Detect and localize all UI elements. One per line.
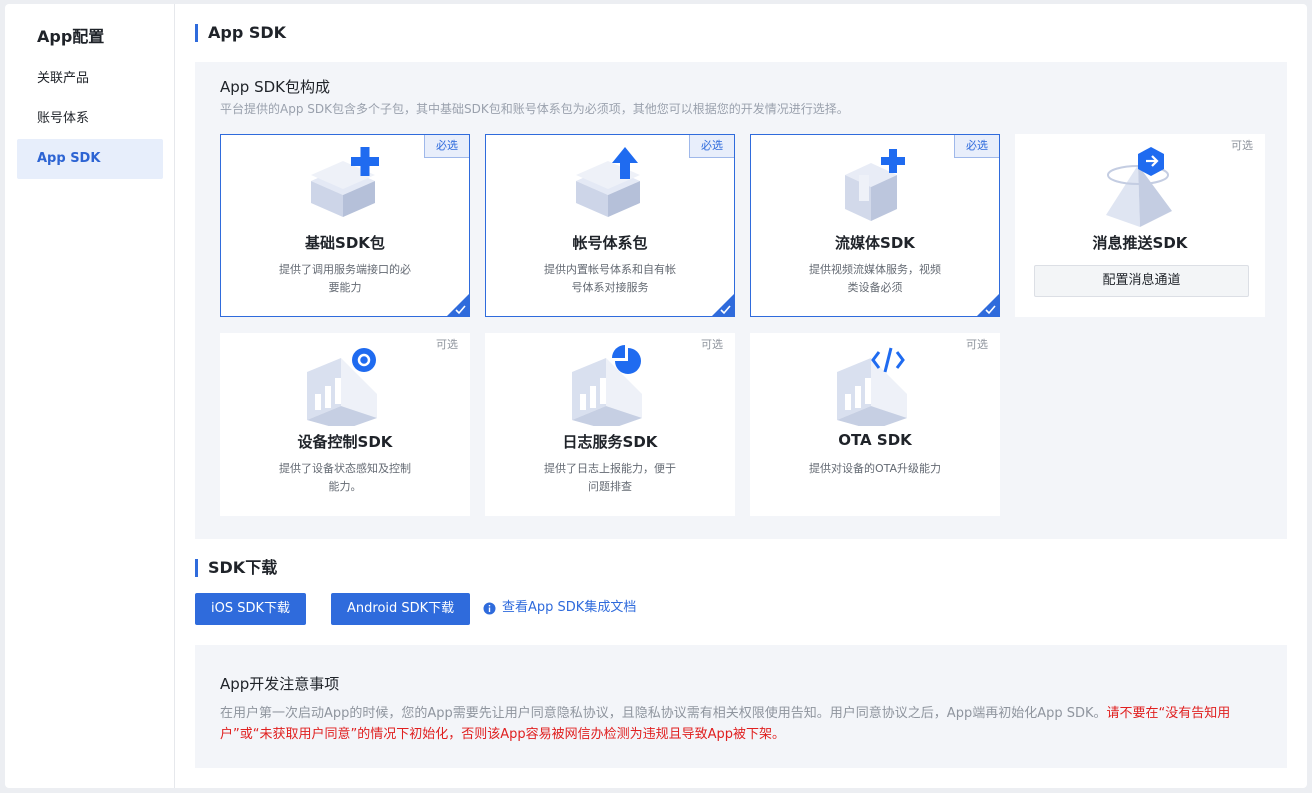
- required-tag: 必选: [689, 135, 734, 158]
- optional-tag: 可选: [1231, 139, 1253, 152]
- card-name: 日志服务SDK: [562, 433, 658, 451]
- composition-title: App SDK包构成: [220, 78, 330, 96]
- pyramid-arrow-icon: [1106, 147, 1172, 227]
- card-name: 设备控制SDK: [297, 433, 393, 451]
- card-description: 提供了日志上报能力，便于问题排查: [544, 462, 676, 493]
- card-name: OTA SDK: [838, 431, 912, 449]
- sidebar-item-account-system[interactable]: 账号体系: [17, 99, 163, 139]
- check-corner-icon: [712, 294, 734, 316]
- configure-message-channel-button[interactable]: 配置消息通道: [1034, 265, 1249, 297]
- card-name: 帐号体系包: [572, 234, 648, 252]
- optional-tag: 可选: [701, 338, 723, 351]
- optional-tag: 可选: [436, 338, 458, 351]
- card-description: 提供内置帐号体系和自有帐号体系对接服务: [544, 263, 676, 294]
- sdk-card-basic[interactable]: 必选 基础SDK包 提供了调用服务端接口的必要能力: [220, 134, 470, 317]
- card-description: 提供了调用服务端接口的必要能力: [279, 263, 411, 294]
- check-corner-icon: [447, 294, 469, 316]
- android-sdk-download-button[interactable]: Android SDK下载: [331, 593, 471, 625]
- cube-arrow-up-icon: [576, 147, 640, 217]
- composition-description: 平台提供的App SDK包含多个子包，其中基础SDK包和账号体系包为必须项，其他…: [220, 102, 849, 116]
- sdk-docs-link-label: 查看App SDK集成文档: [502, 600, 637, 615]
- cube-plus-icon: [311, 147, 379, 217]
- required-tag: 必选: [954, 135, 999, 158]
- sidebar-title: App配置: [37, 27, 105, 46]
- app-config-page: App配置 关联产品 账号体系 App SDK App SDK App SDK包…: [5, 4, 1307, 788]
- sdk-composition-panel: App SDK包构成 平台提供的App SDK包含多个子包，其中基础SDK包和账…: [195, 62, 1287, 539]
- code-icon: [837, 347, 907, 426]
- sidebar-item-app-sdk[interactable]: App SDK: [17, 139, 163, 179]
- card-name: 基础SDK包: [305, 234, 385, 252]
- required-tag: 必选: [424, 135, 469, 158]
- sdk-card-account[interactable]: 必选 帐号体系包 提供内置帐号体系和自有帐号体系对接服务: [485, 134, 735, 317]
- sdk-card-streaming[interactable]: 必选 流媒体SDK 提供视频流媒体服务，视频类设备必须: [750, 134, 1000, 317]
- sdk-card-ota[interactable]: 可选 OTA SDK 提供对设备的OTA升级能力: [750, 333, 1000, 516]
- notice-text: 在用户第一次启动App的时候，您的App需要先让用户同意隐私协议，且隐私协议需有…: [220, 703, 1280, 745]
- sidebar-item-related-products[interactable]: 关联产品: [17, 59, 163, 99]
- sdk-docs-link[interactable]: 查看App SDK集成文档: [483, 600, 636, 616]
- section-title-sdk-download: SDK下载: [195, 559, 277, 577]
- optional-tag: 可选: [966, 338, 988, 351]
- card-description: 提供视频流媒体服务，视频类设备必须: [809, 263, 941, 294]
- cube-plus-icon: [845, 149, 905, 221]
- check-corner-icon: [977, 294, 999, 316]
- gear-chart-icon: [307, 348, 377, 426]
- dev-notice-panel: App开发注意事项 在用户第一次启动App的时候，您的App需要先让用户同意隐私…: [195, 645, 1287, 768]
- section-title-app-sdk: App SDK: [195, 24, 286, 42]
- card-description: 提供对设备的OTA升级能力: [808, 462, 942, 475]
- card-name: 流媒体SDK: [835, 234, 915, 252]
- info-icon: [483, 602, 496, 614]
- card-name: 消息推送SDK: [1092, 234, 1188, 252]
- main-content: App SDK App SDK包构成 平台提供的App SDK包含多个子包，其中…: [195, 4, 1287, 788]
- sdk-card-push[interactable]: 可选 消息推送SDK 配置消息通道: [1015, 134, 1265, 317]
- card-description: 提供了设备状态感知及控制能力。: [279, 462, 411, 493]
- pie-chart-icon: [572, 345, 642, 426]
- notice-body: 在用户第一次启动App的时候，您的App需要先让用户同意隐私协议，且隐私协议需有…: [220, 706, 1107, 721]
- sdk-card-device-control[interactable]: 可选 设备控制SDK 提供了设备状态感知及控制能力。: [220, 333, 470, 516]
- ios-sdk-download-button[interactable]: iOS SDK下载: [195, 593, 307, 625]
- sidebar: App配置 关联产品 账号体系 App SDK: [5, 4, 175, 788]
- notice-title: App开发注意事项: [220, 675, 340, 693]
- sdk-card-log-service[interactable]: 可选 日志服务SDK 提供了日志上报能力，便于问题排查: [485, 333, 735, 516]
